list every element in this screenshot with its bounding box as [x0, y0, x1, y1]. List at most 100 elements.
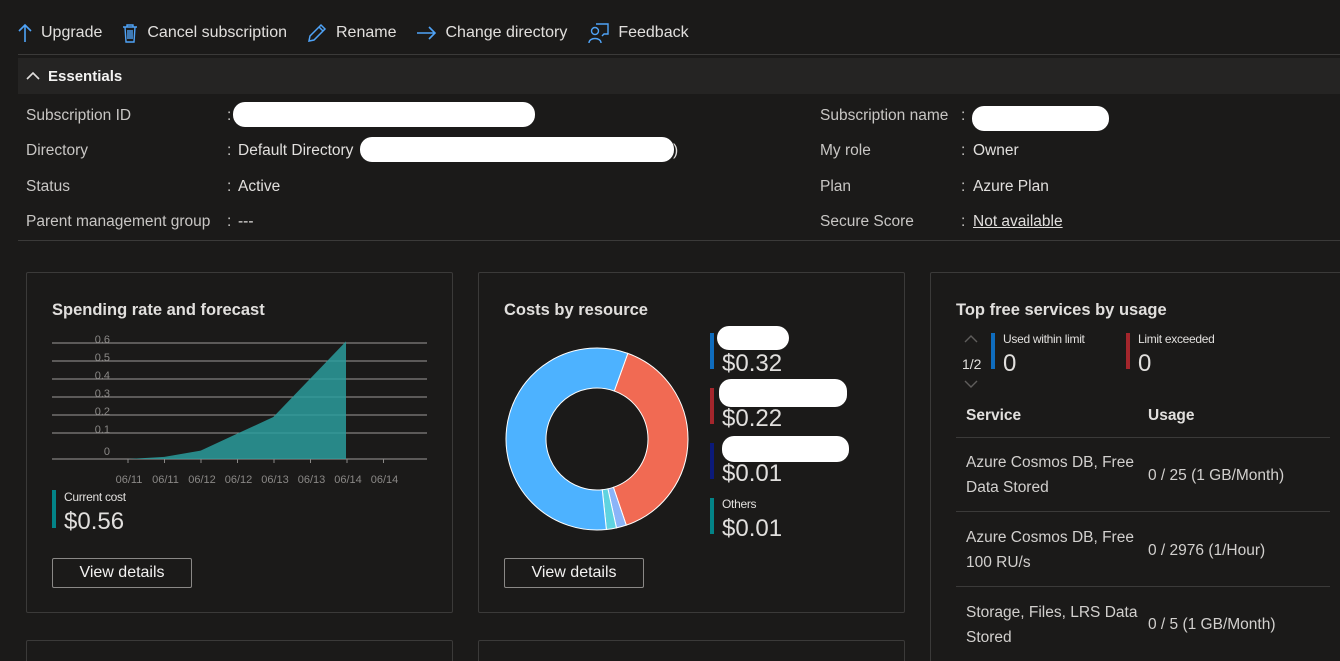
limit-exceeded-value: 0: [1138, 350, 1152, 377]
x-tick-label: 06/11: [152, 474, 179, 486]
costs-card-title: Costs by resource: [504, 301, 648, 319]
limit-exceeded-label: Limit exceeded: [1138, 332, 1215, 346]
x-tick-label: 06/12: [188, 474, 216, 486]
pencil-icon: [308, 23, 327, 42]
y-tick-label: 0.1: [95, 424, 110, 436]
table-divider: [956, 437, 1330, 438]
cancel-subscription-button[interactable]: Cancel subscription: [122, 23, 287, 43]
column-header-service[interactable]: Service: [966, 407, 1021, 425]
colon: :: [227, 213, 232, 230]
costs-donut-chart: [505, 347, 689, 531]
colon: :: [961, 142, 966, 159]
legend-swatch-3: [710, 443, 714, 479]
redacted-directory-id: [360, 137, 674, 162]
trash-icon: [123, 24, 138, 43]
costs-view-details-button[interactable]: View details: [504, 558, 644, 588]
my-role-value: Owner: [973, 142, 1019, 159]
chevron-up-icon[interactable]: [963, 334, 979, 344]
service-name-line: Stored: [966, 629, 1012, 646]
change-directory-button[interactable]: Change directory: [416, 24, 567, 42]
x-tick-label: 06/13: [261, 474, 289, 486]
redacted-resource-name-3: [722, 436, 849, 462]
y-tick-label: 0.2: [95, 406, 110, 418]
chevron-down-icon[interactable]: [963, 379, 979, 389]
y-tick-label: 0: [104, 446, 110, 458]
arrow-right-icon: [417, 26, 437, 40]
used-within-limit-label: Used within limit: [1003, 332, 1085, 346]
colon: :: [227, 107, 232, 124]
property-label: Parent management group: [26, 213, 211, 230]
directory-value: Default Directory: [238, 142, 354, 159]
colon: :: [227, 178, 232, 195]
legend-swatch-1: [710, 333, 714, 369]
upgrade-button[interactable]: Upgrade: [18, 23, 102, 43]
change-directory-label: Change directory: [445, 24, 568, 41]
service-name: Azure Cosmos DB, Free 100 RU/s: [966, 525, 1134, 575]
secure-score-link[interactable]: Not available: [973, 213, 1063, 231]
property-label: Status: [26, 178, 70, 195]
status-row: Status : Active: [26, 177, 726, 197]
redacted-subscription-id: [233, 102, 535, 127]
y-tick-label: 0.3: [95, 388, 110, 400]
current-cost-area: [128, 341, 346, 459]
table-divider: [956, 586, 1330, 587]
redacted-subscription-name: [972, 106, 1109, 131]
usage-value: 0 / 5 (1 GB/Month): [1148, 616, 1276, 633]
spending-view-details-button[interactable]: View details: [52, 558, 192, 588]
feedback-button[interactable]: Feedback: [587, 22, 689, 44]
service-name: Azure Cosmos DB, Free Data Stored: [966, 450, 1134, 500]
service-name-line: Azure Cosmos DB, Free: [966, 454, 1134, 471]
plan-value: Azure Plan: [973, 178, 1049, 195]
spending-card-title: Spending rate and forecast: [52, 301, 265, 319]
current-cost-label: Current cost: [64, 490, 126, 504]
parent-management-group-row: Parent management group : ---: [26, 212, 726, 232]
x-tick-label: 06/12: [225, 474, 253, 486]
current-cost-value: $0.56: [64, 508, 125, 535]
resource-cost-others: $0.01: [722, 515, 783, 542]
spending-chart: 0 0.1 0.2 0.3 0.4 0.5 0.6 06/11 06/11 06/12 06/12 0…: [52, 334, 427, 486]
legend-swatch-2: [710, 388, 714, 424]
property-label: My role: [820, 142, 871, 159]
feedback-icon: [588, 23, 610, 44]
chevron-up-icon: [26, 71, 40, 80]
donut-slice: [612, 352, 689, 526]
plan-row: Plan : Azure Plan: [820, 177, 1320, 197]
service-name-line: 100 RU/s: [966, 554, 1031, 571]
table-divider: [956, 511, 1330, 512]
resource-cost-3: $0.01: [722, 460, 783, 487]
lower-card-1: [26, 640, 453, 661]
service-name: Storage, Files, LRS Data Stored: [966, 600, 1137, 650]
colon: :: [961, 213, 966, 230]
used-within-limit-value: 0: [1003, 350, 1017, 377]
usage-value: 0 / 2976 (1/Hour): [1148, 542, 1266, 559]
status-value: Active: [238, 178, 281, 195]
service-name-line: Data Stored: [966, 479, 1049, 496]
y-tick-label: 0.4: [95, 370, 110, 382]
colon: :: [961, 178, 966, 195]
colon: :: [961, 107, 966, 124]
free-services-title: Top free services by usage: [956, 301, 1167, 319]
column-header-usage[interactable]: Usage: [1148, 407, 1195, 425]
usage-value: 0 / 25 (1 GB/Month): [1148, 467, 1285, 484]
essentials-divider: [18, 240, 1340, 241]
property-label: Directory: [26, 142, 89, 159]
rename-label: Rename: [336, 24, 397, 41]
y-tick-label: 0.5: [95, 352, 110, 364]
current-cost-legend-swatch: [52, 490, 56, 528]
arrow-up-icon: [18, 23, 32, 42]
limit-exceeded-swatch: [1126, 333, 1130, 369]
service-name-line: Storage, Files, LRS Data: [966, 604, 1138, 621]
essentials-header[interactable]: Essentials: [18, 58, 1340, 94]
resource-cost-2: $0.22: [722, 405, 783, 432]
legend-swatch-others: [710, 498, 714, 534]
x-tick-label: 06/14: [334, 474, 362, 486]
x-tick-label: 06/14: [371, 474, 399, 486]
rename-button[interactable]: Rename: [307, 23, 396, 43]
command-bar: Upgrade Cancel subscription Rename Chang…: [18, 14, 709, 52]
used-within-limit-swatch: [991, 333, 995, 369]
legend-others-label: Others: [722, 497, 757, 511]
redacted-resource-name-1: [717, 326, 789, 350]
secure-score-row: Secure Score : Not available: [820, 212, 1320, 232]
property-label: Plan: [820, 178, 852, 195]
x-tick-label: 06/13: [298, 474, 326, 486]
